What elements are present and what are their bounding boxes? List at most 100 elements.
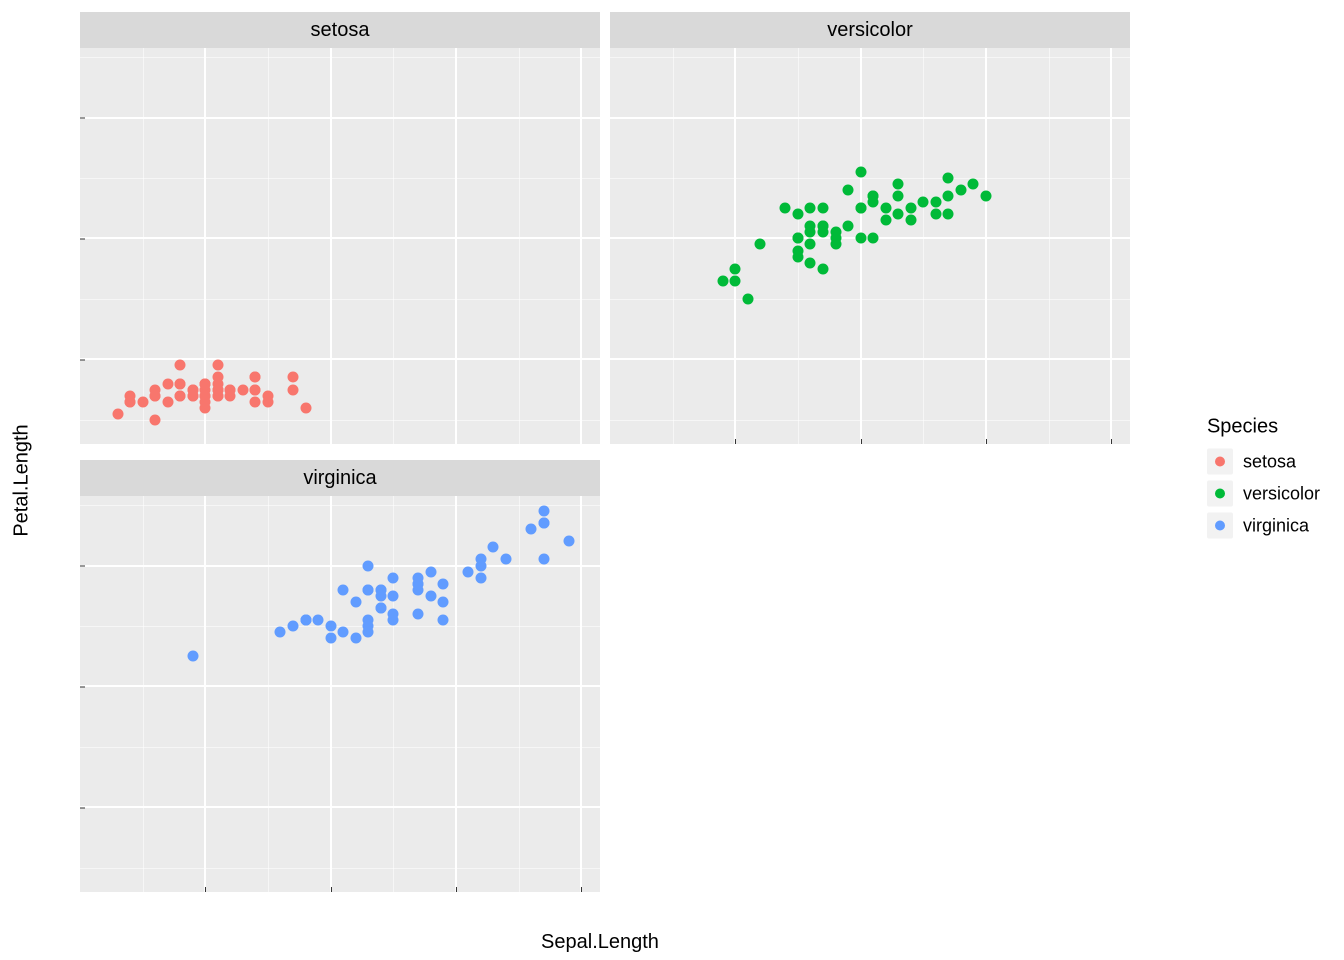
data-point bbox=[880, 215, 891, 226]
figure: Petal.Length Sepal.Length Species setosa… bbox=[0, 0, 1344, 960]
data-point bbox=[212, 360, 223, 371]
data-point bbox=[438, 578, 449, 589]
data-point bbox=[843, 221, 854, 232]
data-point bbox=[742, 293, 753, 304]
facet-versicolor: versicolor5678 bbox=[610, 12, 1130, 444]
dot-icon bbox=[1215, 457, 1225, 467]
data-point bbox=[930, 209, 941, 220]
data-point bbox=[805, 203, 816, 214]
data-point bbox=[943, 172, 954, 183]
data-point bbox=[905, 215, 916, 226]
data-point bbox=[350, 633, 361, 644]
data-point bbox=[818, 203, 829, 214]
facet-virginica: virginica2465678 bbox=[80, 460, 600, 892]
data-point bbox=[905, 203, 916, 214]
data-point bbox=[212, 378, 223, 389]
data-point bbox=[325, 620, 336, 631]
data-point bbox=[150, 390, 161, 401]
data-point bbox=[225, 384, 236, 395]
plot-area: 246 bbox=[80, 48, 600, 444]
data-point bbox=[438, 614, 449, 625]
data-point bbox=[175, 360, 186, 371]
facet-strip: setosa bbox=[80, 12, 600, 48]
data-point bbox=[930, 197, 941, 208]
y-axis-label: Petal.Length bbox=[8, 0, 36, 960]
data-point bbox=[375, 602, 386, 613]
data-point bbox=[538, 506, 549, 517]
data-point bbox=[538, 518, 549, 529]
data-point bbox=[425, 590, 436, 601]
data-point bbox=[943, 191, 954, 202]
data-point bbox=[363, 560, 374, 571]
legend-item-versicolor: versicolor bbox=[1207, 481, 1320, 507]
data-point bbox=[475, 572, 486, 583]
data-point bbox=[363, 620, 374, 631]
data-point bbox=[237, 384, 248, 395]
data-point bbox=[175, 378, 186, 389]
data-point bbox=[162, 396, 173, 407]
data-point bbox=[792, 233, 803, 244]
legend-swatch-versicolor bbox=[1207, 481, 1233, 507]
data-point bbox=[893, 191, 904, 202]
data-point bbox=[112, 408, 123, 419]
data-point bbox=[137, 396, 148, 407]
data-point bbox=[868, 197, 879, 208]
data-point bbox=[187, 390, 198, 401]
data-point bbox=[538, 554, 549, 565]
data-point bbox=[780, 203, 791, 214]
data-point bbox=[413, 578, 424, 589]
legend-swatch-setosa bbox=[1207, 449, 1233, 475]
legend-label: versicolor bbox=[1243, 483, 1320, 504]
data-point bbox=[200, 390, 211, 401]
data-point bbox=[425, 566, 436, 577]
facet-setosa: setosa246 bbox=[80, 12, 600, 444]
plot-area: 5678 bbox=[610, 48, 1130, 444]
data-point bbox=[792, 251, 803, 262]
data-point bbox=[200, 378, 211, 389]
data-point bbox=[463, 566, 474, 577]
legend-item-virginica: virginica bbox=[1207, 513, 1320, 539]
data-point bbox=[350, 596, 361, 607]
data-point bbox=[501, 554, 512, 565]
x-axis-label: Sepal.Length bbox=[80, 931, 1120, 954]
data-point bbox=[250, 384, 261, 395]
data-point bbox=[818, 263, 829, 274]
data-point bbox=[730, 263, 741, 274]
legend: Species setosaversicolorvirginica bbox=[1207, 416, 1320, 545]
facet-strip: versicolor bbox=[610, 12, 1130, 48]
data-point bbox=[843, 185, 854, 196]
data-point bbox=[162, 378, 173, 389]
data-point bbox=[980, 191, 991, 202]
data-point bbox=[755, 239, 766, 250]
data-point bbox=[313, 614, 324, 625]
data-point bbox=[818, 227, 829, 238]
data-point bbox=[388, 590, 399, 601]
data-point bbox=[275, 627, 286, 638]
data-point bbox=[288, 372, 299, 383]
data-point bbox=[388, 572, 399, 583]
data-point bbox=[288, 620, 299, 631]
data-point bbox=[968, 179, 979, 190]
data-point bbox=[488, 542, 499, 553]
data-point bbox=[830, 233, 841, 244]
data-point bbox=[955, 185, 966, 196]
facet-strip: virginica bbox=[80, 460, 600, 496]
data-point bbox=[250, 372, 261, 383]
data-point bbox=[125, 396, 136, 407]
data-point bbox=[150, 414, 161, 425]
legend-swatch-virginica bbox=[1207, 513, 1233, 539]
data-point bbox=[388, 608, 399, 619]
data-point bbox=[288, 384, 299, 395]
data-point bbox=[262, 396, 273, 407]
plot-area: 2465678 bbox=[80, 496, 600, 892]
data-point bbox=[730, 275, 741, 286]
dot-icon bbox=[1215, 489, 1225, 499]
data-point bbox=[855, 233, 866, 244]
data-point bbox=[175, 390, 186, 401]
data-point bbox=[855, 166, 866, 177]
data-point bbox=[363, 584, 374, 595]
legend-item-setosa: setosa bbox=[1207, 449, 1320, 475]
data-point bbox=[325, 633, 336, 644]
data-point bbox=[805, 239, 816, 250]
data-point bbox=[893, 179, 904, 190]
